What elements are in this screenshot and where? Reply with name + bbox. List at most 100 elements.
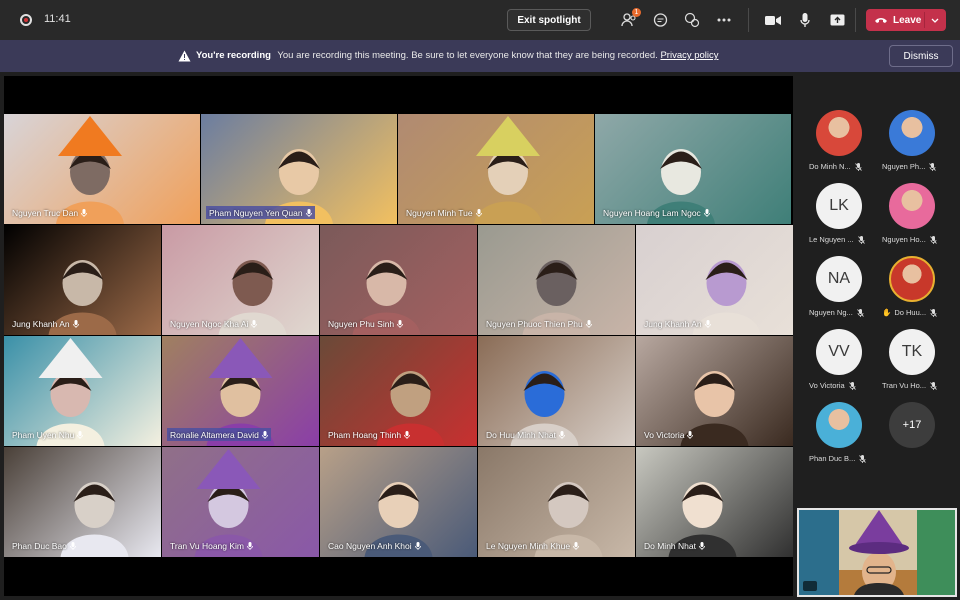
video-tile[interactable]: Do Minh Nhat (636, 447, 793, 557)
video-tile[interactable]: Jung Khanh An (4, 225, 161, 335)
participant-list-item[interactable]: Nguyen Ph... (870, 110, 944, 180)
microphone-icon (305, 208, 312, 217)
self-view-icon (803, 581, 817, 591)
video-tile[interactable]: Nguyen Ngoc Kha Ai (162, 225, 319, 335)
chat-icon[interactable] (650, 10, 670, 30)
camera-icon[interactable] (763, 10, 783, 30)
dismiss-button[interactable]: Dismiss (889, 45, 953, 67)
participant-list-label: Nguyen Ph... (882, 162, 944, 171)
microphone-icon (81, 208, 88, 217)
video-tile[interactable]: Nguyen Minh Tue (398, 114, 594, 224)
recording-message: You're recording You are recording this … (196, 50, 719, 61)
participant-list-label: Tran Vu Ho... (882, 381, 944, 390)
microphone-icon (585, 319, 592, 328)
recording-indicator-icon (20, 14, 32, 26)
participant-name-label: Nguyen Truc Dan (9, 206, 90, 219)
microphone-icon (397, 319, 404, 328)
avatar (816, 110, 862, 156)
phone-hangup-icon (874, 13, 888, 27)
participant-list-name: Tran Vu Ho... (882, 381, 927, 390)
microphone-icon (69, 541, 76, 550)
participant-list-name: Le Nguyen ... (809, 235, 854, 244)
microphone-icon (559, 430, 565, 439)
recording-text: You are recording this meeting. Be sure … (277, 50, 658, 61)
participant-list-label: Le Nguyen ... (809, 235, 871, 244)
avatar: NA (816, 256, 862, 302)
participant-name-label: Do Minh Nhat (641, 539, 708, 552)
participant-name: Nguyen Phuoc Thien Phu (486, 318, 583, 329)
participant-list-label: Phan Duc B... (809, 454, 871, 463)
toolbar-divider (748, 8, 749, 32)
avatar (889, 183, 935, 229)
microphone-icon (72, 319, 79, 328)
participant-list-name: Do Huu... (894, 308, 927, 317)
video-tile[interactable]: Pham Nguyen Yen Quan (201, 114, 397, 224)
participant-list-name: Nguyen Ho... (882, 235, 926, 244)
video-tile[interactable]: Nguyen Hoang Lam Ngoc (595, 114, 791, 224)
video-tile[interactable]: Le Nguyen Minh Khue (478, 447, 635, 557)
participant-list-item[interactable]: NA Nguyen Ng... (797, 256, 871, 326)
participant-name: Phan Duc Bao (12, 540, 67, 551)
video-tile[interactable]: Phan Duc Bao (4, 447, 161, 557)
participant-name: Vo Victoria (644, 429, 685, 440)
participant-name-label: Nguyen Phu Sinh (325, 317, 406, 330)
participant-name: Nguyen Truc Dan (12, 207, 79, 218)
avatar: TK (889, 329, 935, 375)
microphone-icon[interactable] (795, 10, 815, 30)
mic-muted-icon (848, 381, 856, 390)
more-options-icon[interactable] (714, 10, 734, 30)
microphone-icon (414, 541, 421, 550)
participant-name-label: Do Huu Minh Nhat (483, 428, 568, 441)
video-tile[interactable]: Tran Vu Hoang Kim (162, 447, 319, 557)
microphone-icon (77, 430, 84, 439)
participant-list-item[interactable]: Phan Duc B... (797, 402, 871, 472)
mic-muted-icon (859, 454, 867, 463)
exit-spotlight-button[interactable]: Exit spotlight (507, 9, 591, 31)
self-view-video[interactable] (797, 508, 957, 597)
microphone-icon (247, 541, 253, 550)
video-tile[interactable]: Nguyen Truc Dan (4, 114, 200, 224)
participant-list-name: Nguyen Ng... (809, 308, 853, 317)
privacy-policy-link[interactable]: Privacy policy (660, 50, 718, 61)
participant-list-label: Vo Victoria (809, 381, 871, 390)
microphone-icon (251, 319, 258, 328)
video-tile[interactable]: Cao Nguyen Anh Khoi (320, 447, 477, 557)
toolbar-divider (855, 8, 856, 32)
more-participants-button[interactable]: +17 (889, 402, 935, 448)
video-tile[interactable]: Jung Khanh An (636, 225, 793, 335)
participant-list-item[interactable]: LK Le Nguyen ... (797, 183, 871, 253)
participant-name: Nguyen Hoang Lam Ngoc (603, 207, 701, 218)
recording-title: You're recording (196, 50, 271, 61)
participant-list-item[interactable]: ✋ Do Huu... (870, 256, 944, 326)
video-tile[interactable]: Vo Victoria (636, 336, 793, 446)
video-tile[interactable]: Pham Uyen Nhu (4, 336, 161, 446)
microphone-icon (404, 430, 410, 439)
video-tile[interactable]: Nguyen Phu Sinh (320, 225, 477, 335)
video-tile[interactable]: Pham Hoang Thinh (320, 336, 477, 446)
participant-list-item[interactable]: VV Vo Victoria (797, 329, 871, 399)
video-tile[interactable]: Do Huu Minh Nhat (478, 336, 635, 446)
participant-list-item[interactable]: Nguyen Ho... (870, 183, 944, 253)
participant-list-name: Phan Duc B... (809, 454, 856, 463)
participant-name-label: Pham Hoang Thinh (325, 428, 413, 441)
mic-muted-icon (929, 162, 937, 171)
participant-list-item[interactable]: Do Minh N... (797, 110, 871, 180)
participant-name: Pham Hoang Thinh (328, 429, 402, 440)
participant-list-item[interactable]: TK Tran Vu Ho... (870, 329, 944, 399)
participant-name-label: Nguyen Phuoc Thien Phu (483, 317, 595, 330)
reactions-icon[interactable] (682, 10, 702, 30)
participant-list-name: Vo Victoria (809, 381, 845, 390)
microphone-icon (704, 319, 711, 328)
participant-name: Do Huu Minh Nhat (486, 429, 556, 440)
chevron-down-icon[interactable] (928, 12, 942, 28)
leave-button[interactable]: Leave (866, 9, 946, 31)
mic-muted-icon (930, 308, 937, 317)
participant-name-label: Jung Khanh An (641, 317, 714, 330)
participant-name-label: Phan Duc Bao (9, 539, 79, 552)
video-tile[interactable]: Nguyen Phuoc Thien Phu (478, 225, 635, 335)
participant-name-label: Le Nguyen Minh Khue (483, 539, 582, 552)
participant-list-label: ✋ Do Huu... (882, 308, 944, 317)
video-tile[interactable]: Ronalie Altamera David (162, 336, 319, 446)
share-screen-icon[interactable] (827, 10, 847, 30)
participant-name-label: Nguyen Hoang Lam Ngoc (600, 206, 713, 219)
